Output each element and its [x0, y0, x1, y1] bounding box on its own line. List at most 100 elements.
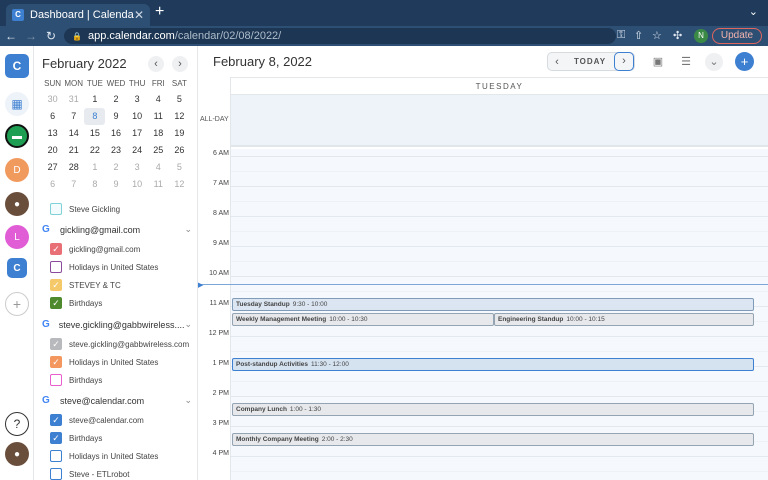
day-cell[interactable]: 30 [42, 91, 63, 108]
event-post-standup[interactable]: Post-standup Activities 11:30 - 12:00 [232, 358, 754, 371]
prev-month-button[interactable]: ‹ [148, 56, 164, 72]
calendar-checkbox[interactable]: ✓ [50, 414, 62, 426]
day-cell[interactable]: 7 [63, 108, 84, 125]
day-cell[interactable]: 16 [105, 125, 126, 142]
calendar-checkbox[interactable]: ✓ [50, 338, 62, 350]
event-monthly-company-meeting[interactable]: Monthly Company Meeting 2:00 - 2:30 [232, 433, 754, 446]
calendar-item[interactable]: Steve - ETLrobot [50, 468, 129, 480]
agenda-view-icon[interactable]: ☰ [677, 53, 695, 71]
forward-icon[interactable]: → [22, 29, 40, 43]
calendar-checkbox[interactable] [50, 261, 62, 273]
tab-search-chevron-icon[interactable]: ⌄ [749, 5, 758, 18]
account-avatar[interactable]: ● [5, 442, 29, 466]
avatar-l[interactable]: L [5, 225, 29, 249]
day-cell[interactable]: 3 [127, 159, 148, 176]
calendar-item[interactable]: Holidays in United States [50, 261, 158, 273]
calendar-checkbox[interactable] [50, 374, 62, 386]
calendar-item[interactable]: ✓ steve@calendar.com [50, 414, 144, 426]
calendar-checkbox[interactable] [50, 203, 62, 215]
day-cell[interactable]: 2 [105, 91, 126, 108]
event-tuesday-standup[interactable]: Tuesday Standup 9:30 - 10:00 [232, 298, 754, 311]
calendar-checkbox[interactable] [50, 468, 62, 480]
day-cell[interactable]: 25 [148, 142, 169, 159]
avatar-d[interactable]: D [5, 158, 29, 182]
day-cell[interactable]: 23 [105, 142, 126, 159]
help-icon[interactable]: ? [5, 412, 29, 436]
calendar-item[interactable]: ✓ steve.gickling@gabbwireless.com [50, 338, 189, 350]
calendar-date-icon[interactable]: ▣ [649, 53, 667, 71]
new-tab-icon[interactable]: + [155, 3, 164, 21]
all-day-section[interactable] [231, 95, 768, 147]
day-cell[interactable]: 1 [84, 91, 105, 108]
time-grid[interactable]: Tuesday Standup 9:30 - 10:00 Weekly Manag… [231, 149, 768, 480]
day-cell[interactable]: 17 [127, 125, 148, 142]
calendar-checkbox[interactable]: ✓ [50, 243, 62, 255]
day-cell[interactable]: 15 [84, 125, 105, 142]
day-cell[interactable]: 11 [148, 108, 169, 125]
bookmark-star-icon[interactable]: ☆ [652, 29, 662, 42]
day-cell[interactable]: 5 [169, 91, 190, 108]
day-cell[interactable]: 12 [169, 108, 190, 125]
day-cell[interactable]: 3 [127, 91, 148, 108]
user-photo-avatar[interactable]: ● [5, 192, 29, 216]
profile-avatar[interactable]: N [694, 29, 708, 43]
app-c-icon[interactable]: C [7, 258, 27, 278]
event-engineering-standup[interactable]: Engineering Standup 10:00 - 10:15 [494, 313, 754, 326]
account-group-header[interactable]: G gickling@gmail.com ⌄ [42, 224, 192, 235]
view-options-chevron-icon[interactable]: ⌄ [705, 53, 723, 71]
back-icon[interactable]: ← [2, 29, 20, 43]
key-icon[interactable]: ⚿ [617, 29, 625, 42]
calendar-checkbox[interactable]: ✓ [50, 356, 62, 368]
calendar-checkbox[interactable]: ✓ [50, 279, 62, 291]
day-cell[interactable]: 10 [127, 108, 148, 125]
day-cell[interactable]: 9 [105, 176, 126, 193]
add-workspace-icon[interactable]: + [5, 292, 29, 316]
extensions-icon[interactable]: ✣ [673, 29, 682, 42]
day-cell[interactable]: 11 [148, 176, 169, 193]
chevron-down-icon[interactable]: ⌄ [184, 319, 192, 330]
day-cell[interactable]: 7 [63, 176, 84, 193]
day-cell[interactable]: 5 [169, 159, 190, 176]
day-cell[interactable]: 9 [105, 108, 126, 125]
day-cell[interactable]: 4 [148, 91, 169, 108]
day-cell[interactable]: 13 [42, 125, 63, 142]
calendar-item[interactable]: ✓ gickling@gmail.com [50, 243, 140, 255]
day-cell[interactable]: 24 [127, 142, 148, 159]
today-button[interactable]: TODAY [566, 57, 614, 66]
close-tab-icon[interactable]: ✕ [134, 8, 144, 22]
day-cell[interactable]: 8 [84, 176, 105, 193]
calendar-item[interactable]: Holidays in United States [50, 450, 158, 462]
app-logo-icon[interactable]: C [5, 54, 29, 78]
day-cell[interactable]: 4 [148, 159, 169, 176]
account-group-header[interactable]: G steve@calendar.com ⌄ [42, 395, 192, 406]
reload-icon[interactable]: ↻ [42, 29, 60, 43]
calendar-checkbox[interactable]: ✓ [50, 297, 62, 309]
calendar-item-personal[interactable]: Steve Gickling [50, 203, 120, 215]
next-day-button[interactable]: › [614, 52, 634, 71]
update-button[interactable]: Update [712, 28, 762, 44]
day-cell[interactable]: 14 [63, 125, 84, 142]
day-cell[interactable]: 6 [42, 176, 63, 193]
day-cell[interactable]: 2 [105, 159, 126, 176]
calendar-view-icon[interactable]: ▦ [5, 92, 29, 116]
chevron-down-icon[interactable]: ⌄ [184, 395, 192, 406]
day-cell[interactable]: 28 [63, 159, 84, 176]
day-cell[interactable]: 22 [84, 142, 105, 159]
calendar-checkbox[interactable]: ✓ [50, 432, 62, 444]
calendar-checkbox[interactable] [50, 450, 62, 462]
address-bar[interactable]: 🔒 app.calendar.com/calendar/02/08/2022/ [64, 28, 616, 44]
chevron-down-icon[interactable]: ⌄ [184, 224, 192, 235]
calendar-item[interactable]: ✓ STEVEY & TC [50, 279, 121, 291]
selected-day-cell[interactable]: 8 [84, 108, 106, 125]
day-cell[interactable]: 20 [42, 142, 63, 159]
day-cell[interactable]: 1 [84, 159, 105, 176]
calendar-item[interactable]: ✓ Birthdays [50, 432, 102, 444]
account-group-header[interactable]: G steve.gickling@gabbwireless.... ⌄ [42, 319, 192, 330]
calendar-item[interactable]: Birthdays [50, 374, 102, 386]
next-month-button[interactable]: › [172, 56, 188, 72]
day-cell[interactable]: 6 [42, 108, 63, 125]
day-cell[interactable]: 12 [169, 176, 190, 193]
day-cell[interactable]: 31 [63, 91, 84, 108]
event-weekly-management[interactable]: Weekly Management Meeting 10:00 - 10:30 [232, 313, 494, 326]
day-cell[interactable]: 26 [169, 142, 190, 159]
